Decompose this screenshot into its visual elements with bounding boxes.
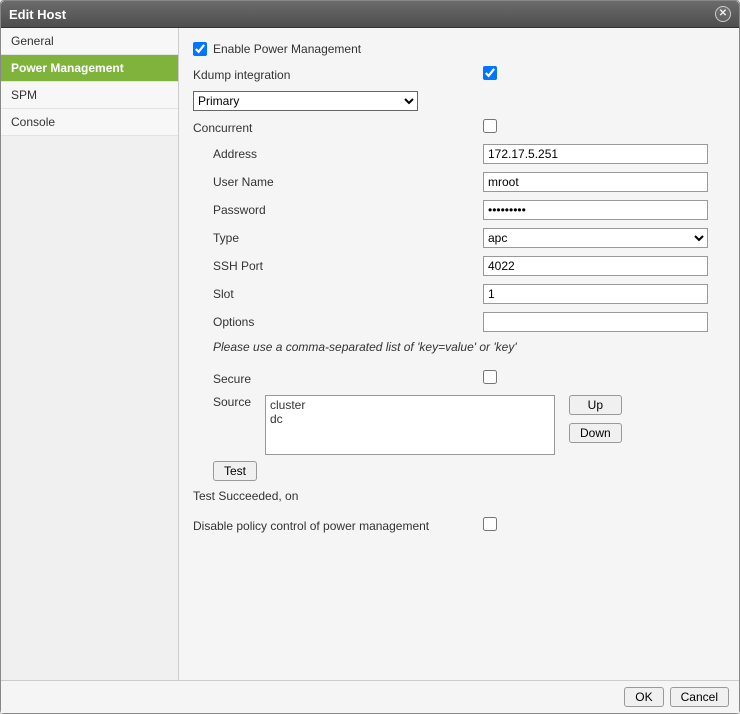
secure-checkbox[interactable] bbox=[483, 370, 497, 384]
enable-pm-checkbox[interactable] bbox=[193, 42, 207, 56]
disable-policy-label: Disable policy control of power manageme… bbox=[193, 519, 483, 533]
sidebar-item-label: Console bbox=[11, 115, 55, 129]
list-item[interactable]: cluster bbox=[268, 398, 552, 412]
dialog-title: Edit Host bbox=[9, 7, 66, 22]
agent-select[interactable]: Primary bbox=[193, 91, 418, 111]
test-button[interactable]: Test bbox=[213, 461, 257, 481]
source-label: Source bbox=[193, 395, 265, 409]
concurrent-checkbox[interactable] bbox=[483, 119, 497, 133]
options-input[interactable] bbox=[483, 312, 708, 332]
sidebar-item-spm[interactable]: SPM bbox=[1, 82, 178, 109]
sidebar: General Power Management SPM Console bbox=[1, 28, 179, 680]
sidebar-item-console[interactable]: Console bbox=[1, 109, 178, 136]
address-input[interactable] bbox=[483, 144, 708, 164]
options-hint: Please use a comma-separated list of 'ke… bbox=[213, 340, 725, 354]
options-label: Options bbox=[193, 315, 483, 329]
up-button[interactable]: Up bbox=[569, 395, 622, 415]
kdump-label: Kdump integration bbox=[193, 68, 483, 82]
concurrent-label: Concurrent bbox=[193, 121, 483, 135]
kdump-checkbox[interactable] bbox=[483, 66, 497, 80]
password-input[interactable] bbox=[483, 200, 708, 220]
username-input[interactable] bbox=[483, 172, 708, 192]
password-label: Password bbox=[193, 203, 483, 217]
titlebar: Edit Host ✕ bbox=[1, 1, 739, 28]
dialog-footer: OK Cancel bbox=[1, 680, 739, 713]
ok-button[interactable]: OK bbox=[624, 687, 663, 707]
slot-label: Slot bbox=[193, 287, 483, 301]
sidebar-item-general[interactable]: General bbox=[1, 28, 178, 55]
disable-policy-checkbox[interactable] bbox=[483, 517, 497, 531]
sshport-label: SSH Port bbox=[193, 259, 483, 273]
address-label: Address bbox=[193, 147, 483, 161]
down-button[interactable]: Down bbox=[569, 423, 622, 443]
close-icon[interactable]: ✕ bbox=[715, 6, 731, 22]
sidebar-item-label: SPM bbox=[11, 88, 37, 102]
list-item[interactable]: dc bbox=[268, 412, 552, 426]
slot-input[interactable] bbox=[483, 284, 708, 304]
enable-pm-label: Enable Power Management bbox=[213, 42, 361, 56]
test-status: Test Succeeded, on bbox=[193, 489, 725, 503]
content-pane: Enable Power Management Kdump integratio… bbox=[179, 28, 739, 680]
secure-label: Secure bbox=[193, 372, 483, 386]
type-select[interactable]: apc bbox=[483, 228, 708, 248]
username-label: User Name bbox=[193, 175, 483, 189]
dialog-body: General Power Management SPM Console Ena… bbox=[1, 28, 739, 680]
sidebar-item-label: Power Management bbox=[11, 61, 124, 75]
sidebar-item-label: General bbox=[11, 34, 54, 48]
type-label: Type bbox=[193, 231, 483, 245]
source-list[interactable]: cluster dc bbox=[265, 395, 555, 455]
sidebar-item-power-management[interactable]: Power Management bbox=[1, 55, 178, 82]
sshport-input[interactable] bbox=[483, 256, 708, 276]
cancel-button[interactable]: Cancel bbox=[670, 687, 729, 707]
edit-host-dialog: Edit Host ✕ General Power Management SPM… bbox=[0, 0, 740, 714]
